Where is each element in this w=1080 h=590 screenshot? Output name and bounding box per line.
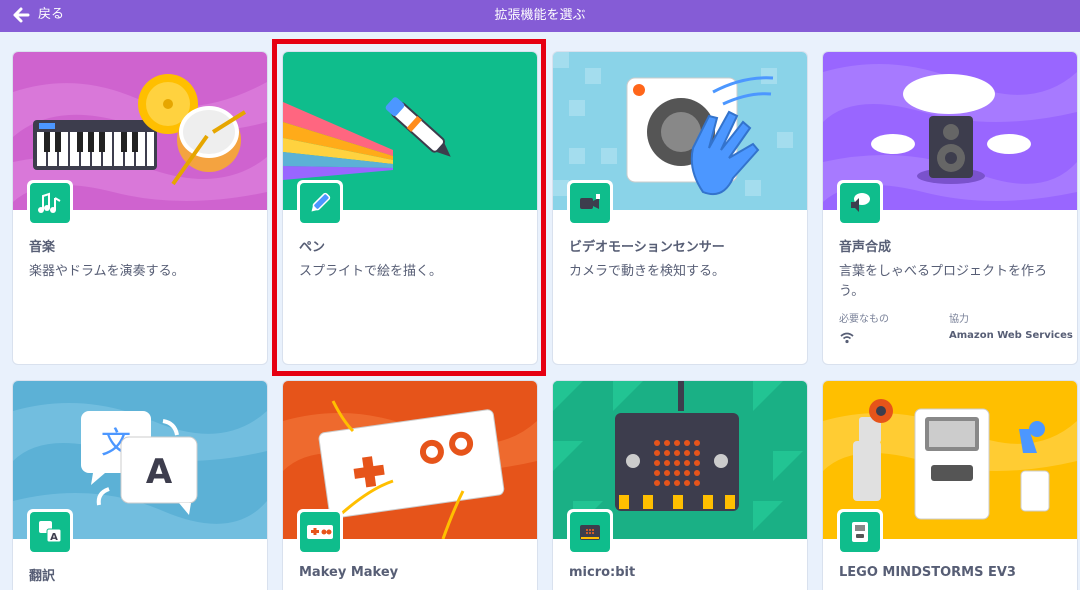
- extension-card-microbit[interactable]: micro:bit: [552, 380, 808, 590]
- requires-label: 必要なもの: [839, 314, 889, 325]
- extension-description: 言葉をしゃべるプロジェクトを作ろう。: [839, 264, 1048, 299]
- translate-icon: A: [39, 521, 62, 543]
- makey-board-icon: [307, 525, 333, 539]
- extension-name: micro:bit: [569, 565, 636, 580]
- extension-name: LEGO MINDSTORMS EV3: [839, 565, 1016, 580]
- page-title: 拡張機能を選ぶ: [494, 8, 586, 23]
- internet-required-icon: [840, 332, 854, 344]
- collaborator-name: Amazon Web Services: [949, 330, 1073, 341]
- extension-description: 楽器やドラムを演奏する。: [29, 264, 185, 279]
- pen-icon: [311, 192, 331, 212]
- pen-badge: [297, 180, 343, 226]
- extension-name: ペン: [299, 240, 326, 255]
- extension-description: カメラで動きを検知する。: [569, 264, 726, 279]
- extension-name: 音楽: [29, 240, 56, 255]
- top-bar: 戻る 拡張機能を選ぶ: [0, 0, 1080, 32]
- extension-card-pen[interactable]: ペン スプライトで絵を描く。: [282, 51, 538, 365]
- extension-card-music[interactable]: 音楽 楽器やドラムを演奏する。: [12, 51, 268, 365]
- svg-text:A: A: [50, 532, 58, 543]
- text-to-speech-badge: [837, 180, 883, 226]
- extension-name: Makey Makey: [299, 565, 399, 580]
- svg-text:A: A: [146, 452, 173, 492]
- extension-name: 音声合成: [839, 240, 892, 255]
- extension-card-video-sensing[interactable]: ビデオモーションセンサー カメラで動きを検知する。: [552, 51, 808, 365]
- extension-card-makey-makey[interactable]: Makey Makey: [282, 380, 538, 590]
- extension-card-translate[interactable]: 文 A A 翻訳: [12, 380, 268, 590]
- translate-badge: A: [27, 509, 73, 555]
- video-sensing-badge: [567, 180, 613, 226]
- microbit-badge: [567, 509, 613, 555]
- music-note-icon: [38, 192, 61, 213]
- ev3-brick-icon: [852, 522, 868, 542]
- lego-ev3-badge: [837, 509, 883, 555]
- makey-makey-badge: [297, 509, 343, 555]
- extension-name: 翻訳: [29, 569, 56, 584]
- extension-card-lego-ev3[interactable]: LEGO MINDSTORMS EV3: [822, 380, 1078, 590]
- extension-description: スプライトで絵を描く。: [299, 264, 443, 279]
- collaborator-label: 協力: [949, 314, 969, 325]
- video-camera-icon: [580, 194, 600, 209]
- extension-name: ビデオモーションセンサー: [569, 240, 725, 255]
- microbit-board-icon: [580, 525, 600, 540]
- music-badge: [27, 180, 73, 226]
- speech-bubble-icon: [851, 193, 870, 212]
- extension-card-text-to-speech[interactable]: 音声合成 言葉をしゃべるプロジェクトを作ろう。 必要なもの 協力 Amazon …: [822, 51, 1078, 365]
